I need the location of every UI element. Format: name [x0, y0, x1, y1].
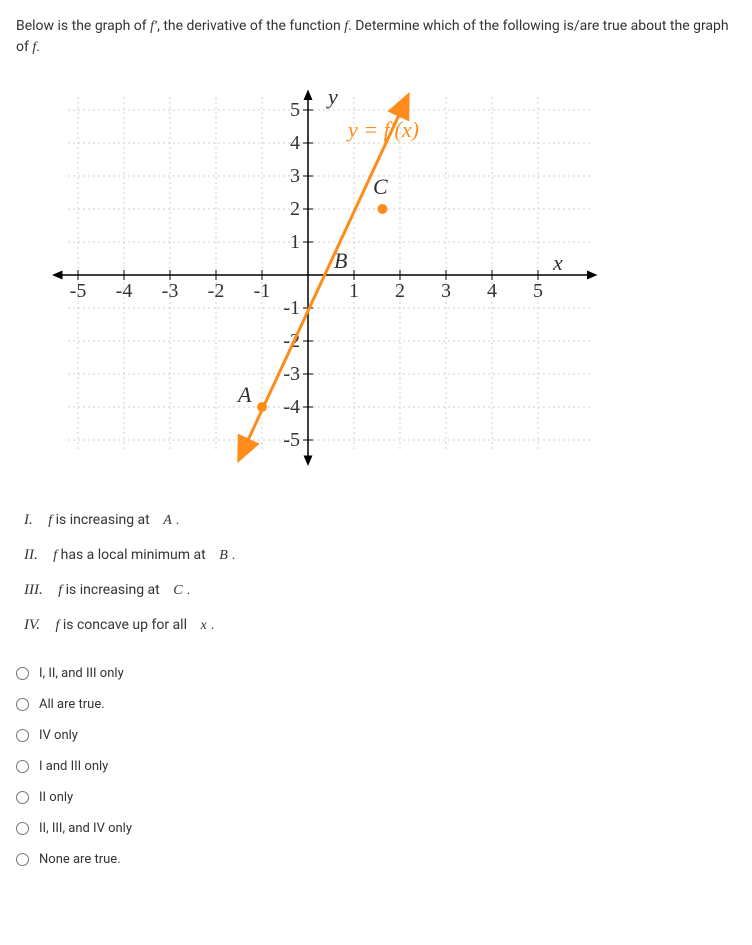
option-b[interactable]: All are true. [16, 697, 736, 712]
q-end: . [36, 39, 40, 55]
label-f[interactable]: II, III, and IV only [39, 821, 132, 836]
option-g[interactable]: None are true. [16, 852, 736, 867]
fprime-line [244, 103, 405, 450]
svg-text:3: 3 [441, 280, 451, 302]
svg-text:4: 4 [290, 132, 300, 154]
y-axis-label: y [326, 84, 338, 109]
svg-text:5: 5 [290, 99, 300, 121]
q-prefix: Below is the graph of [16, 18, 150, 34]
svg-text:-1: -1 [254, 280, 271, 302]
svg-text:-3: -3 [162, 280, 179, 302]
statement-II: II. f has a local minimum at B. [24, 547, 736, 564]
radio-e[interactable] [16, 791, 29, 804]
svg-text:1: 1 [349, 280, 359, 302]
radio-f[interactable] [16, 822, 29, 835]
svg-text:C: C [373, 174, 388, 199]
statement-I: I. f is increasing at A. [24, 512, 736, 529]
option-c[interactable]: IV only [16, 728, 736, 743]
svg-text:2: 2 [290, 198, 300, 220]
label-d[interactable]: I and III only [39, 759, 108, 774]
svg-text:5: 5 [533, 280, 543, 302]
svg-text:-1: -1 [283, 297, 300, 319]
question-text: Below is the graph of f′, the derivative… [16, 16, 736, 58]
option-f[interactable]: II, III, and IV only [16, 821, 736, 836]
label-b[interactable]: All are true. [39, 697, 105, 712]
label-c[interactable]: IV only [39, 728, 78, 743]
equation-label: y = f′(x) [346, 117, 419, 142]
chart-container: -5 -4 -3 -2 -1 1 2 3 4 5 -5 -4 -3 -2 -1 … [48, 82, 736, 472]
point-A [257, 402, 267, 412]
svg-text:-3: -3 [283, 363, 300, 385]
option-d[interactable]: I and III only [16, 759, 736, 774]
svg-text:-4: -4 [116, 280, 133, 302]
statement-IV: IV. f is concave up for all x. [24, 617, 736, 634]
x-tick-labels: -5 -4 -3 -2 -1 1 2 3 4 5 [70, 280, 543, 302]
point-C [377, 204, 387, 214]
svg-text:2: 2 [395, 280, 405, 302]
q-middle: , the derivative of the function [157, 18, 344, 34]
svg-text:A: A [236, 382, 252, 407]
radio-c[interactable] [16, 729, 29, 742]
radio-d[interactable] [16, 760, 29, 773]
x-axis-label: x [552, 250, 563, 275]
svg-text:-2: -2 [208, 280, 225, 302]
label-e[interactable]: II only [39, 790, 73, 805]
svg-text:1: 1 [290, 231, 300, 253]
radio-a[interactable] [16, 667, 29, 680]
option-e[interactable]: II only [16, 790, 736, 805]
svg-text:-5: -5 [70, 280, 87, 302]
label-g[interactable]: None are true. [39, 852, 121, 867]
statement-III: III. f is increasing at C. [24, 582, 736, 599]
derivative-graph: -5 -4 -3 -2 -1 1 2 3 4 5 -5 -4 -3 -2 -1 … [48, 82, 608, 472]
svg-text:4: 4 [487, 280, 497, 302]
svg-text:B: B [334, 248, 347, 273]
option-a[interactable]: I, II, and III only [16, 666, 736, 681]
label-a[interactable]: I, II, and III only [39, 666, 124, 681]
svg-text:3: 3 [290, 165, 300, 187]
radio-b[interactable] [16, 698, 29, 711]
svg-text:-5: -5 [283, 429, 300, 451]
answer-options: I, II, and III only All are true. IV onl… [16, 666, 736, 867]
statements-list: I. f is increasing at A. II. f has a loc… [24, 512, 736, 634]
svg-text:-4: -4 [283, 396, 300, 418]
radio-g[interactable] [16, 853, 29, 866]
